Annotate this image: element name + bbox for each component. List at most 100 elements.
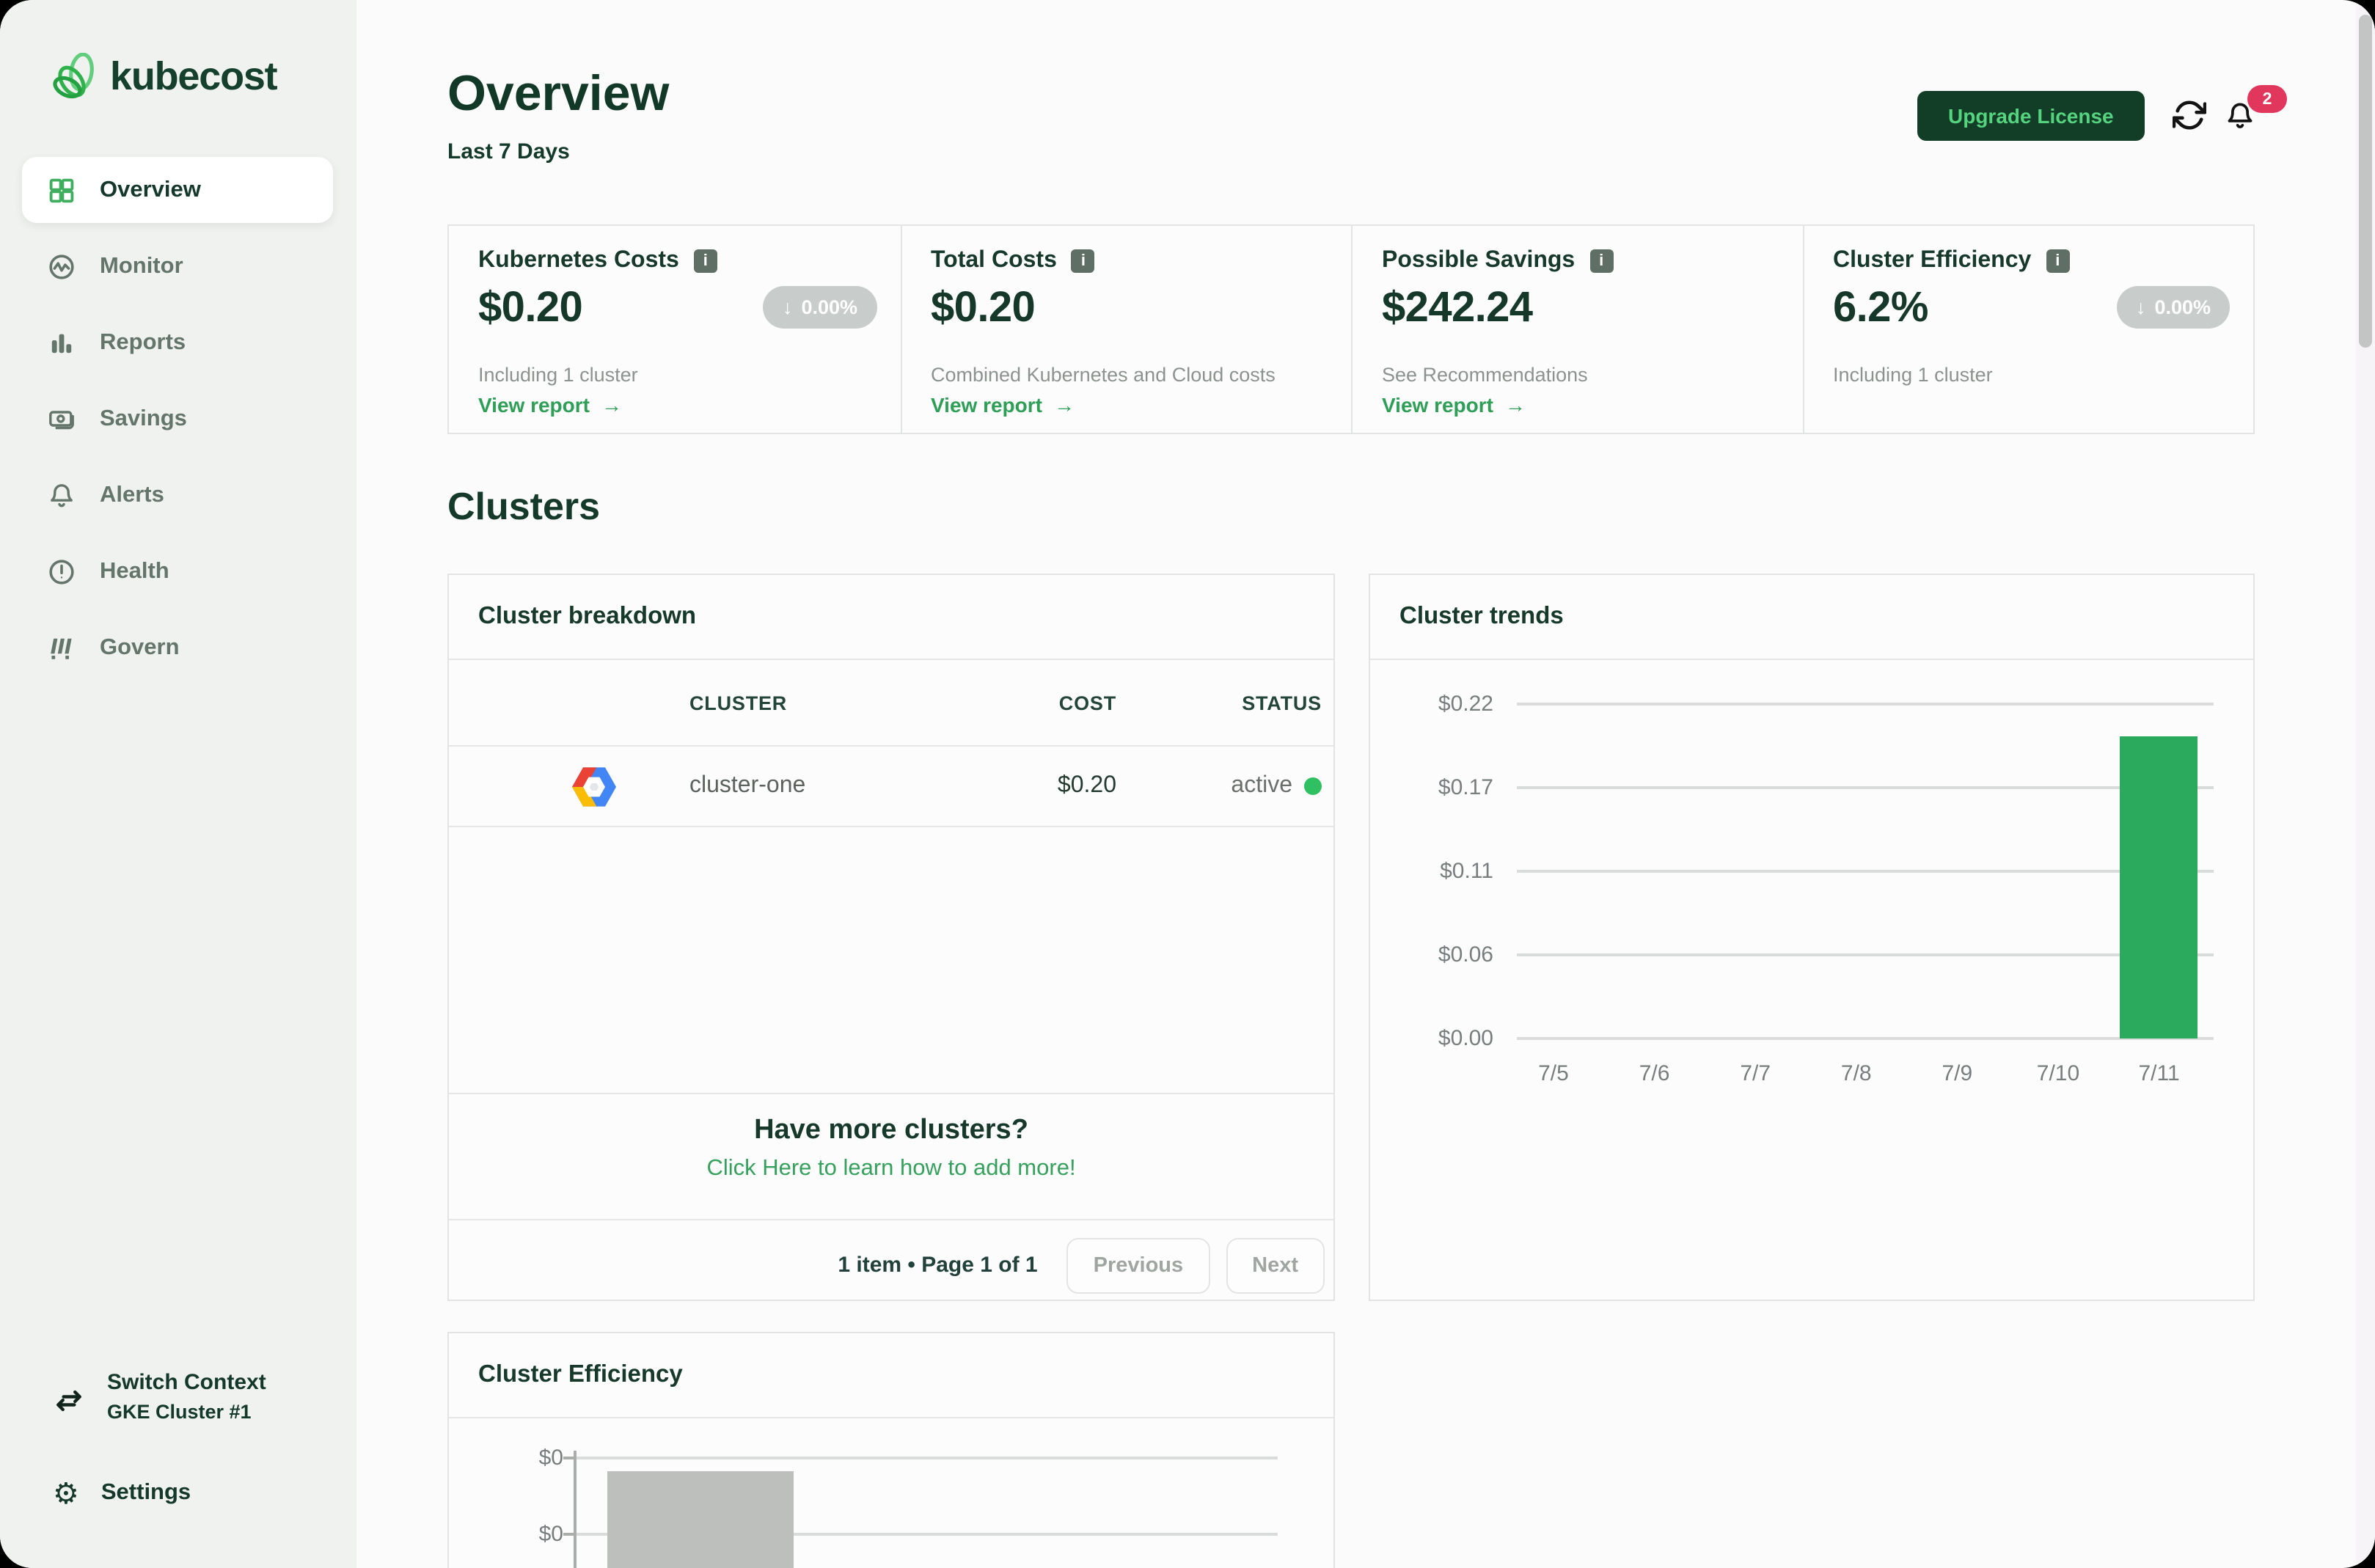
kubecost-logo-icon bbox=[53, 52, 97, 101]
table-empty-space bbox=[449, 827, 1333, 1093]
stat-title: Total Costs i bbox=[931, 248, 1095, 274]
arrow-right-icon: → bbox=[1054, 393, 1075, 417]
info-icon[interactable]: i bbox=[1589, 249, 1614, 273]
pagination-summary: 1 item • Page 1 of 1 bbox=[838, 1253, 1038, 1278]
switch-context[interactable]: Switch Context GKE Cluster #1 bbox=[53, 1370, 266, 1423]
arrow-down-icon: ↓ bbox=[782, 296, 793, 318]
table-header-row: CLUSTER COST STATUS bbox=[449, 660, 1333, 747]
cluster-breakdown-title: Cluster breakdown bbox=[449, 575, 1333, 660]
stat-subtext: Including 1 cluster bbox=[1833, 364, 1993, 386]
stat-value: $0.20 bbox=[931, 285, 1036, 331]
view-report-link[interactable]: View report → bbox=[1382, 393, 1526, 417]
promo-heading: Have more clusters? bbox=[754, 1115, 1028, 1146]
cluster-cost: $0.20 bbox=[1057, 773, 1116, 798]
y-axis-tick: $0.22 bbox=[1438, 692, 1493, 717]
gridline bbox=[1517, 953, 2214, 956]
gridline bbox=[1517, 1037, 2214, 1040]
bar-chart-icon bbox=[47, 328, 76, 357]
gridline bbox=[1517, 786, 2214, 789]
gridline bbox=[1517, 870, 2214, 873]
add-clusters-link[interactable]: Click Here to learn how to add more! bbox=[449, 1156, 1333, 1182]
sidebar-item-label: Reports bbox=[100, 329, 186, 354]
y-axis-line bbox=[574, 1451, 577, 1568]
gridline bbox=[1517, 703, 2214, 706]
stat-title-text: Total Costs bbox=[931, 248, 1057, 273]
sidebar-item-reports[interactable]: Reports bbox=[22, 309, 333, 375]
gridline bbox=[574, 1457, 1278, 1459]
cluster-name[interactable]: cluster-one bbox=[689, 773, 911, 799]
stat-title: Cluster Efficiency i bbox=[1833, 248, 2070, 274]
x-axis-label: 7/10 bbox=[2036, 1061, 2080, 1086]
switch-context-title: Switch Context bbox=[107, 1370, 266, 1395]
cluster-breakdown-card: Cluster breakdown CLUSTER COST STATUS cl… bbox=[447, 574, 1335, 1301]
x-axis-label: 7/7 bbox=[1740, 1061, 1771, 1086]
sidebar-item-monitor[interactable]: Monitor bbox=[22, 233, 333, 299]
y-axis-tick: $0 bbox=[538, 1446, 563, 1470]
stat-subtext: Combined Kubernetes and Cloud costs bbox=[931, 364, 1276, 386]
sidebar-item-settings[interactable]: ⚙ Settings bbox=[53, 1479, 191, 1508]
y-axis-tick: $0 bbox=[538, 1522, 563, 1547]
delta-pill: ↓ 0.00% bbox=[763, 286, 877, 329]
switch-context-text: Switch Context GKE Cluster #1 bbox=[107, 1370, 266, 1423]
kubecost-app-window: kubecost Overview Monitor Reports Saving… bbox=[0, 0, 2375, 1568]
sidebar-item-govern[interactable]: Govern bbox=[22, 615, 333, 681]
info-icon[interactable]: i bbox=[1071, 249, 1095, 273]
x-axis-label: 7/6 bbox=[1639, 1061, 1670, 1086]
pagination-bar: 1 item • Page 1 of 1 Previous Next bbox=[449, 1219, 1333, 1310]
add-clusters-promo: Have more clusters? Click Here to learn … bbox=[449, 1093, 1333, 1219]
clusters-section-heading: Clusters bbox=[447, 484, 601, 528]
notifications-button[interactable]: 2 bbox=[2224, 85, 2287, 135]
info-icon[interactable]: i bbox=[2046, 249, 2070, 273]
stat-title-text: Possible Savings bbox=[1382, 248, 1576, 273]
y-axis-tick: $0.11 bbox=[1440, 859, 1493, 884]
sidebar-item-overview[interactable]: Overview bbox=[22, 157, 333, 223]
cluster-trends-card: Cluster trends $0.00 $0.06 $0.11 $0.17 $0.22… bbox=[1369, 574, 2255, 1301]
delta-pill: ↓ 0.00% bbox=[2116, 286, 2230, 329]
stat-value: $242.24 bbox=[1382, 285, 1533, 331]
stat-title: Kubernetes Costs i bbox=[478, 248, 717, 274]
sidebar-item-label: Overview bbox=[100, 177, 201, 202]
x-axis-label: 7/5 bbox=[1538, 1061, 1569, 1086]
column-header-cost: COST bbox=[1058, 692, 1116, 714]
delta-value: 0.00% bbox=[801, 296, 857, 318]
upgrade-license-button[interactable]: Upgrade License bbox=[1917, 91, 2145, 141]
stat-title-text: Kubernetes Costs bbox=[478, 248, 679, 273]
cluster-trends-chart: $0.00 $0.06 $0.11 $0.17 $0.22 7/5 7/6 7/7 7/8 7/9… bbox=[1370, 575, 2253, 1300]
x-axis-label: 7/8 bbox=[1840, 1061, 1872, 1086]
stat-subtext: Including 1 cluster bbox=[478, 364, 638, 386]
sidebar: kubecost Overview Monitor Reports Saving… bbox=[0, 0, 356, 1568]
monitor-icon bbox=[47, 252, 76, 281]
view-report-link[interactable]: View report → bbox=[931, 393, 1075, 417]
info-icon[interactable]: i bbox=[693, 249, 717, 273]
kubecost-logo[interactable]: kubecost bbox=[53, 52, 278, 101]
x-axis-label: 7/9 bbox=[1942, 1061, 1973, 1086]
status-dot bbox=[1304, 777, 1322, 795]
sidebar-item-label: Savings bbox=[100, 406, 187, 431]
stat-card-cluster-efficiency: Cluster Efficiency i 6.2% ↓ 0.00% Includ… bbox=[1802, 226, 2253, 433]
sidebar-item-health[interactable]: Health bbox=[22, 538, 333, 604]
axis-tick-mark bbox=[563, 1457, 574, 1459]
sidebar-nav: Overview Monitor Reports Savings Alerts … bbox=[22, 157, 333, 691]
stat-value: $0.20 bbox=[478, 285, 583, 331]
alert-circle-icon bbox=[47, 557, 76, 586]
refresh-button[interactable] bbox=[2172, 98, 2207, 132]
settings-label: Settings bbox=[100, 1480, 191, 1505]
arrow-right-icon: → bbox=[601, 393, 622, 417]
view-report-label: View report bbox=[478, 393, 590, 417]
bell-icon bbox=[47, 480, 76, 510]
stat-title: Possible Savings i bbox=[1382, 248, 1614, 274]
notification-count-badge: 2 bbox=[2247, 85, 2287, 113]
stat-subtext: See Recommendations bbox=[1382, 364, 1588, 386]
sidebar-item-label: Govern bbox=[100, 634, 180, 659]
cluster-efficiency-card: Cluster Efficiency $0 $0 bbox=[447, 1332, 1335, 1568]
table-row[interactable]: cluster-one $0.20 active bbox=[449, 747, 1333, 827]
sidebar-item-alerts[interactable]: Alerts bbox=[22, 462, 333, 528]
y-axis-tick: $0.06 bbox=[1438, 942, 1493, 967]
sidebar-item-savings[interactable]: Savings bbox=[22, 386, 333, 452]
gcp-icon bbox=[572, 766, 616, 806]
next-page-button[interactable]: Next bbox=[1226, 1237, 1325, 1293]
view-report-link[interactable]: View report → bbox=[478, 393, 622, 417]
stat-value: 6.2% bbox=[1833, 285, 1928, 331]
previous-page-button[interactable]: Previous bbox=[1066, 1237, 1210, 1293]
scrollbar-thumb[interactable] bbox=[2359, 15, 2372, 348]
